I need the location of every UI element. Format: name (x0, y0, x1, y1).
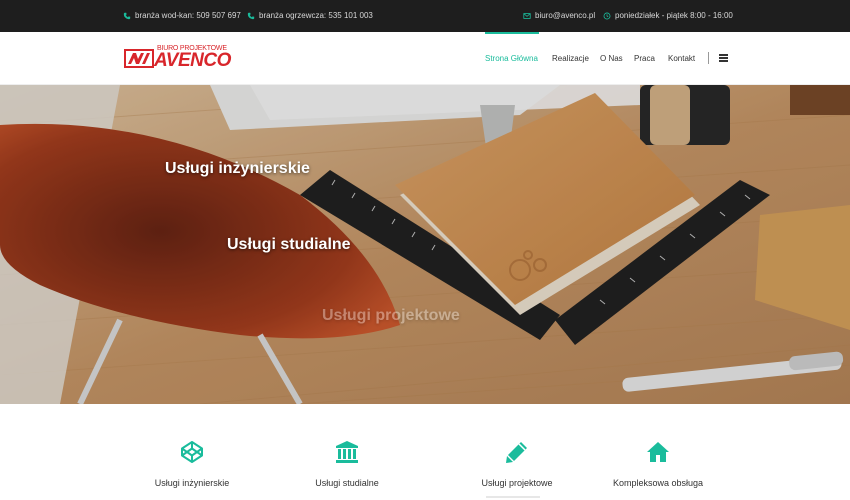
phone-wodkan[interactable]: branża wod-kan: 509 507 697 (123, 11, 241, 20)
codepen-cube-icon (181, 441, 203, 463)
nav-praca[interactable]: Praca (634, 54, 655, 63)
clock-icon (603, 12, 611, 20)
service-projektowe[interactable]: Usługi projektowe (442, 440, 592, 488)
hero-line-3: Usługi projektowe (322, 307, 460, 324)
pencil-icon (506, 442, 527, 463)
active-service-indicator (486, 496, 540, 498)
service-label: Kompleksowa obsługa (612, 478, 704, 488)
site-header: BIURO PROJEKTOWE AVENCO Strona Główna Re… (0, 32, 850, 85)
nav-home[interactable]: Strona Główna (485, 54, 538, 63)
logo-mark-icon (124, 49, 154, 68)
phone-ogrzewcza[interactable]: branża ogrzewcza: 535 101 003 (247, 11, 373, 20)
site-logo[interactable]: BIURO PROJEKTOWE AVENCO (124, 45, 231, 71)
phone-wodkan-text: branża wod-kan: 509 507 697 (135, 11, 241, 20)
logo-title: AVENCO (154, 50, 231, 71)
nav-divider (708, 52, 709, 64)
service-label: Usługi inżynierskie (154, 478, 230, 488)
home-icon (647, 442, 669, 462)
hero-slider: Usługi inżynierskie Usługi studialne Usł… (0, 85, 850, 404)
phone-icon (123, 12, 131, 20)
hero-line-1: Usługi inżynierskie (165, 160, 310, 177)
opening-hours-text: poniedziałek - piątek 8:00 - 16:00 (615, 11, 733, 20)
service-kompleksowa[interactable]: Kompleksowa obsługa (583, 440, 733, 488)
email-text: biuro@avenco.pl (535, 11, 596, 20)
hero-background-image (0, 85, 850, 404)
service-label: Usługi projektowe (481, 478, 553, 488)
opening-hours: poniedziałek - piątek 8:00 - 16:00 (603, 11, 733, 20)
nav-realizacje[interactable]: Realizacje (552, 54, 589, 63)
email-link[interactable]: biuro@avenco.pl (523, 11, 595, 20)
hero-line-2: Usługi studialne (227, 236, 351, 253)
institution-icon (336, 441, 358, 463)
envelope-icon (523, 12, 531, 20)
nav-kontakt[interactable]: Kontakt (668, 54, 695, 63)
service-label: Usługi studialne (315, 478, 379, 488)
nav-o-nas[interactable]: O Nas (600, 54, 623, 63)
hamburger-icon[interactable] (719, 54, 728, 62)
top-contact-bar: branża wod-kan: 509 507 697 branża ogrze… (0, 0, 850, 32)
services-section: Usługi inżynierskie Usługi studialne Usł… (0, 404, 850, 500)
service-studialne[interactable]: Usługi studialne (272, 440, 422, 488)
phone-ogrzewcza-text: branża ogrzewcza: 535 101 003 (259, 11, 373, 20)
service-inzynierskie[interactable]: Usługi inżynierskie (117, 440, 267, 488)
phone-icon (247, 12, 255, 20)
active-nav-indicator (485, 32, 539, 34)
